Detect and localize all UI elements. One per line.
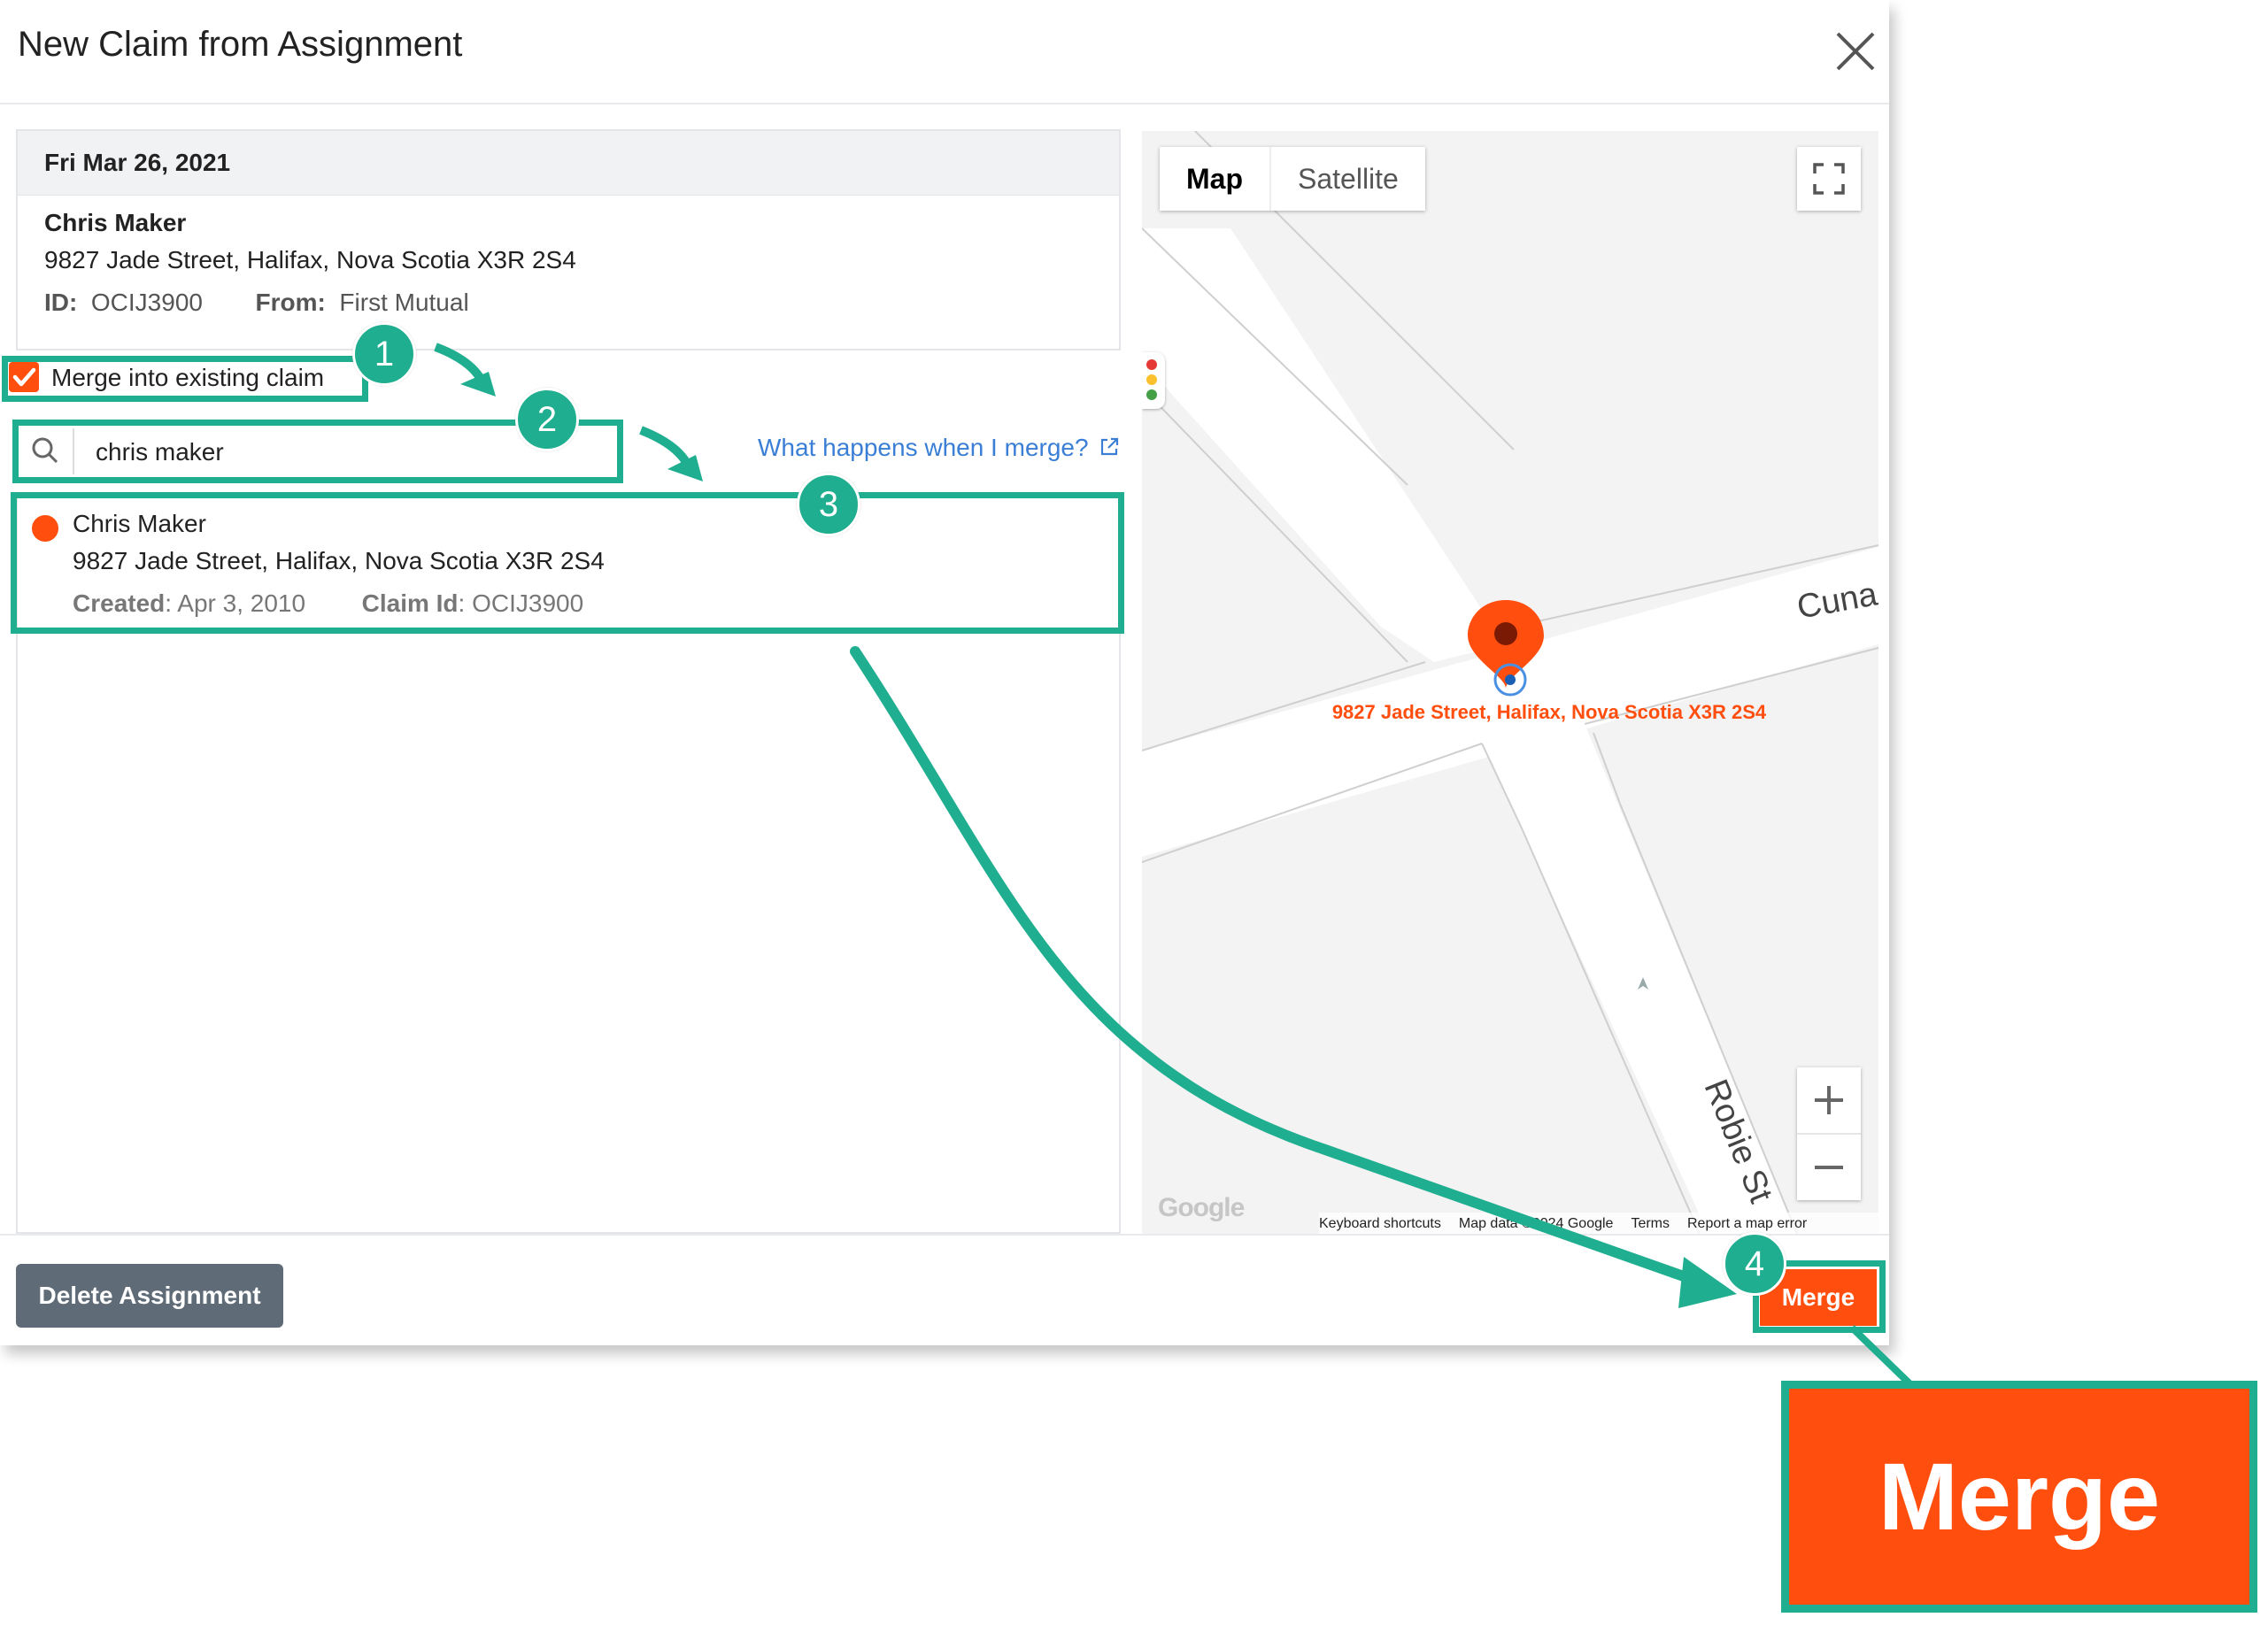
assignment-address: 9827 Jade Street, Halifax, Nova Scotia X… <box>44 246 576 273</box>
assignment-name: Chris Maker <box>44 209 187 236</box>
zoom-in-button[interactable] <box>1797 1067 1861 1135</box>
assignment-meta: ID: OCIJ3900 From: First Mutual <box>44 289 469 317</box>
google-logo: Google <box>1158 1193 1245 1222</box>
id-label: ID: <box>44 289 78 316</box>
merge-help-link-label: What happens when I merge? <box>758 434 1089 461</box>
step-badge-1: 1 <box>352 322 416 386</box>
from-label: From: <box>255 289 326 316</box>
close-icon <box>1836 32 1875 71</box>
modal-dialog: New Claim from Assignment Fri Mar 26, 20… <box>0 0 1889 1345</box>
fullscreen-icon <box>1813 163 1845 195</box>
modal-header: New Claim from Assignment <box>0 0 1889 104</box>
map-tab-map[interactable]: Map <box>1160 147 1269 211</box>
zoom-in-icon <box>1815 1086 1843 1114</box>
zoom-out-button[interactable] <box>1797 1135 1861 1200</box>
step-badge-3: 3 <box>797 473 860 536</box>
highlight-result <box>11 492 1124 634</box>
map-data-text: Map data ©2024 Google <box>1458 1216 1614 1231</box>
id-value: OCIJ3900 <box>90 289 203 316</box>
map-roads <box>1142 131 1878 1234</box>
map-view[interactable]: Map Satellite 9827 Jade Street, Halifax,… <box>1142 131 1878 1234</box>
close-button[interactable] <box>1832 28 1878 74</box>
external-link-icon <box>1101 437 1119 456</box>
delete-assignment-button[interactable]: Delete Assignment <box>16 1264 283 1328</box>
assignment-date: Fri Mar 26, 2021 <box>18 131 1119 196</box>
step-badge-4: 4 <box>1723 1232 1786 1296</box>
zoom-out-icon <box>1815 1166 1843 1169</box>
assignment-card: Fri Mar 26, 2021 Chris Maker 9827 Jade S… <box>16 129 1121 350</box>
step-badge-2: 2 <box>515 388 579 451</box>
modal-footer: Delete Assignment Merge <box>0 1234 1889 1347</box>
map-tab-satellite[interactable]: Satellite <box>1269 147 1425 211</box>
terms-link[interactable]: Terms <box>1631 1213 1670 1234</box>
highlight-merge-checkbox <box>2 356 368 402</box>
keyboard-shortcuts-link[interactable]: Keyboard shortcuts <box>1319 1213 1441 1234</box>
map-pin-label: 9827 Jade Street, Halifax, Nova Scotia X… <box>1331 701 1767 723</box>
fullscreen-button[interactable] <box>1797 147 1861 211</box>
from-value: First Mutual <box>339 289 469 316</box>
merge-help-link[interactable]: What happens when I merge? <box>758 434 1120 462</box>
zoom-control <box>1797 1067 1861 1200</box>
map-attribution: Keyboard shortcuts Map data ©2024 Google… <box>1319 1213 1878 1234</box>
report-map-error-link[interactable]: Report a map error <box>1687 1213 1807 1234</box>
traffic-light-icon[interactable] <box>1142 352 1165 409</box>
map-type-toggle: Map Satellite <box>1160 147 1425 211</box>
zoomed-merge-callout: Merge <box>1781 1381 2257 1613</box>
modal-title: New Claim from Assignment <box>18 25 463 64</box>
